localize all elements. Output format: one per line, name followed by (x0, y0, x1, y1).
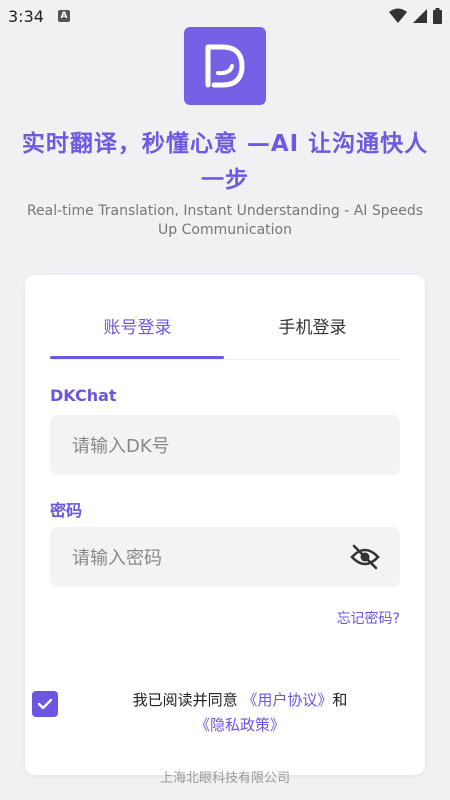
account-field (50, 415, 400, 477)
wifi-icon (389, 8, 407, 23)
password-field (50, 527, 400, 589)
eye-off-icon[interactable] (350, 544, 380, 570)
agreement-prefix: 我已阅读并同意 (132, 691, 243, 709)
password-input[interactable] (70, 527, 354, 589)
status-time: 3:34 (8, 7, 44, 26)
user-agreement-link[interactable]: 《用户协议》 (242, 691, 332, 709)
notification-icon: A (58, 10, 70, 22)
agreement-and: 和 (332, 691, 348, 709)
signal-icon (413, 9, 427, 23)
password-label: 密码 (50, 501, 83, 520)
forgot-password-link[interactable]: 忘记密码? (337, 608, 400, 628)
privacy-policy-link[interactable]: 《隐私政策》 (195, 716, 285, 734)
account-label: DKChat (50, 386, 117, 405)
company-footer: 上海北眼科技有限公司 (159, 771, 290, 786)
account-input[interactable] (70, 415, 354, 477)
login-tabs: 账号登录 手机登录 (50, 315, 400, 360)
tab-account-login[interactable]: 账号登录 (50, 315, 225, 359)
slogan-chinese: 实时翻译，秒懂心意 —AI 让沟通快人一步 (21, 131, 429, 193)
system-icons (389, 8, 442, 24)
agree-checkbox[interactable] (32, 691, 58, 717)
agreement-text: 我已阅读并同意 《用户协议》和《隐私政策》 (70, 688, 410, 738)
login-card: 账号登录 手机登录 DKChat 密码 忘记密码? 我已阅读并同意 《用户协议》… (25, 275, 425, 775)
tab-phone-login[interactable]: 手机登录 (225, 315, 400, 359)
app-logo (184, 27, 266, 105)
slogan-english: Real-time Translation, Instant Understan… (26, 203, 424, 238)
check-icon (37, 698, 53, 710)
battery-icon (433, 8, 442, 24)
tab-indicator (50, 356, 224, 359)
